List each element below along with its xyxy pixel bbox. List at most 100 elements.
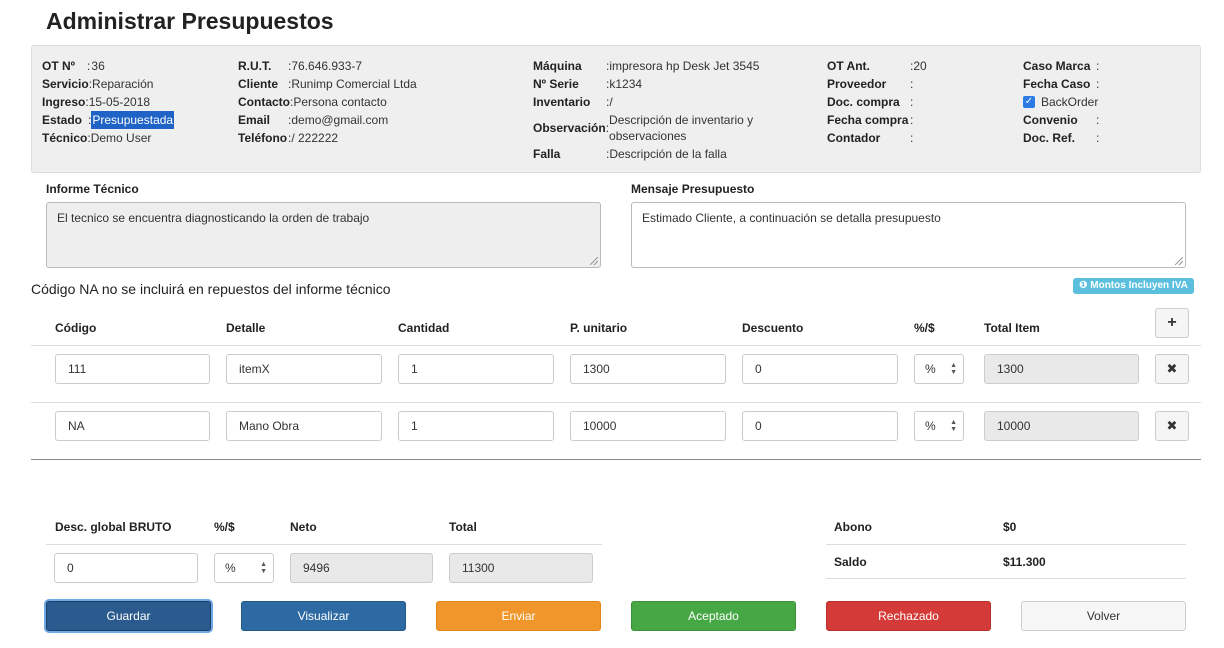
- abono-value: $0: [1003, 520, 1017, 534]
- backorder-label: BackOrder: [1041, 95, 1099, 109]
- na-note: Código NA no se incluirá en repuestos de…: [31, 281, 391, 297]
- info-value: 76.646.933-7: [291, 59, 363, 73]
- total-item-field: 10000: [984, 411, 1139, 441]
- informe-textarea[interactable]: El tecnico se encuentra diagnosticando l…: [46, 202, 601, 268]
- info-label: Falla: [533, 147, 561, 161]
- col-header-codigo: Código: [55, 321, 97, 335]
- status-value[interactable]: Presupuestada: [91, 111, 175, 129]
- info-label: Doc. compra: [827, 95, 900, 109]
- enviar-button[interactable]: Enviar: [436, 601, 601, 631]
- rechazado-button[interactable]: Rechazado: [826, 601, 991, 631]
- info-label: Doc. Ref.: [1023, 131, 1076, 145]
- info-label: Ingreso: [42, 95, 86, 109]
- info-label: Fecha Caso: [1023, 77, 1091, 91]
- aceptado-button[interactable]: Aceptado: [631, 601, 796, 631]
- info-label: Inventario: [533, 95, 591, 109]
- descuento-input[interactable]: 0: [742, 354, 898, 384]
- info-label: Fecha compra: [827, 113, 909, 127]
- info-value: Runimp Comercial Ltda: [291, 77, 417, 91]
- detalle-input[interactable]: itemX: [226, 354, 382, 384]
- informe-label: Informe Técnico: [46, 182, 139, 196]
- desc-global-label: Desc. global BRUTO: [55, 520, 172, 534]
- mensaje-label: Mensaje Presupuesto: [631, 182, 755, 196]
- total-label: Total: [449, 520, 477, 534]
- info-value: Reparación: [92, 77, 154, 91]
- detalle-input[interactable]: Mano Obra: [226, 411, 382, 441]
- info-label: OT Nº: [42, 59, 76, 73]
- col-header-detalle: Detalle: [226, 321, 266, 335]
- tipo-select[interactable]: % ▲ ▼: [914, 411, 964, 441]
- volver-button[interactable]: Volver: [1021, 601, 1186, 631]
- remove-row-button[interactable]: ✖: [1155, 411, 1189, 441]
- info-column-5: Caso Marca: Fecha Caso: ✓ BackOrder Conve…: [1023, 59, 1100, 145]
- codigo-input[interactable]: NA: [55, 411, 210, 441]
- page-title: Administrar Presupuestos: [46, 8, 334, 34]
- saldo-value: $11.300: [1003, 555, 1046, 569]
- info-label: Proveedor: [827, 77, 887, 91]
- table-bottom-divider: [31, 459, 1201, 460]
- precio-input[interactable]: 10000: [570, 411, 726, 441]
- desc-tipo-label: %/$: [214, 520, 235, 534]
- info-label: Cliente: [238, 77, 279, 91]
- info-label: R.U.T.: [238, 59, 272, 73]
- info-icon: ❶: [1079, 280, 1088, 291]
- desc-global-input[interactable]: 0: [54, 553, 198, 583]
- divider: [31, 402, 1201, 403]
- select-arrows-icon: ▲ ▼: [260, 561, 267, 575]
- info-column-2: R.U.T.:76.646.933-7 Cliente: Runimp Comer…: [238, 59, 417, 145]
- select-arrows-icon: ▲ ▼: [950, 419, 957, 433]
- visualizar-button[interactable]: Visualizar: [241, 601, 406, 631]
- info-label: Técnico: [42, 131, 88, 145]
- info-label: Email: [238, 113, 271, 127]
- cantidad-input[interactable]: 1: [398, 354, 554, 384]
- backorder-checkbox[interactable]: ✓: [1023, 96, 1035, 108]
- descuento-input[interactable]: 0: [742, 411, 898, 441]
- divider: [46, 544, 602, 545]
- divider: [826, 544, 1186, 545]
- codigo-input[interactable]: 111: [55, 354, 210, 384]
- close-icon: ✖: [1166, 361, 1178, 376]
- info-value: Descripción de la falla: [609, 147, 727, 161]
- col-header-descuento: Descuento: [742, 321, 804, 335]
- info-label: Estado: [42, 113, 83, 127]
- col-header-total: Total Item: [984, 321, 1040, 335]
- neto-label: Neto: [290, 520, 317, 534]
- divider: [826, 578, 1186, 579]
- add-row-button[interactable]: +: [1155, 308, 1189, 338]
- mensaje-textarea[interactable]: Estimado Cliente, a continuación se deta…: [631, 202, 1186, 268]
- info-value: 20: [913, 59, 927, 73]
- info-value: Demo User: [90, 131, 152, 145]
- info-label: Máquina: [533, 59, 582, 73]
- info-label: Contador: [827, 131, 881, 145]
- iva-badge: ❶ Montos Incluyen IVA: [1073, 278, 1194, 294]
- info-column-4: OT Ant.:20 Proveedor: Doc. compra: Fecha…: [827, 59, 927, 145]
- info-value: /: [609, 95, 613, 109]
- order-info-panel: OT Nº:36 Servicio: Reparación Ingreso:15-…: [31, 45, 1201, 173]
- remove-row-button[interactable]: ✖: [1155, 354, 1189, 384]
- col-header-tipo: %/$: [914, 321, 935, 335]
- select-arrows-icon: ▲ ▼: [950, 362, 957, 376]
- info-label: Nº Serie: [533, 77, 579, 91]
- close-icon: ✖: [1166, 418, 1178, 433]
- info-value: / 222222: [291, 131, 339, 145]
- info-value: impresora hp Desk Jet 3545: [609, 59, 760, 73]
- info-label: Caso Marca: [1023, 59, 1091, 73]
- cantidad-input[interactable]: 1: [398, 411, 554, 441]
- info-value: Persona contacto: [293, 95, 387, 109]
- info-label: Teléfono: [238, 131, 288, 145]
- info-value: demo@gmail.com: [291, 113, 389, 127]
- tipo-select[interactable]: % ▲ ▼: [914, 354, 964, 384]
- info-value: 15-05-2018: [88, 95, 151, 109]
- info-label: OT Ant.: [827, 59, 870, 73]
- info-value: 36: [91, 59, 105, 73]
- total-item-field: 1300: [984, 354, 1139, 384]
- precio-input[interactable]: 1300: [570, 354, 726, 384]
- info-label: Convenio: [1023, 113, 1078, 127]
- desc-tipo-select[interactable]: % ▲ ▼: [214, 553, 274, 583]
- info-column-1: OT Nº:36 Servicio: Reparación Ingreso:15-…: [42, 59, 175, 145]
- guardar-button[interactable]: Guardar: [46, 601, 211, 631]
- col-header-precio: P. unitario: [570, 321, 628, 335]
- plus-icon: +: [1167, 314, 1177, 331]
- neto-field: 9496: [290, 553, 433, 583]
- col-header-cantidad: Cantidad: [398, 321, 450, 335]
